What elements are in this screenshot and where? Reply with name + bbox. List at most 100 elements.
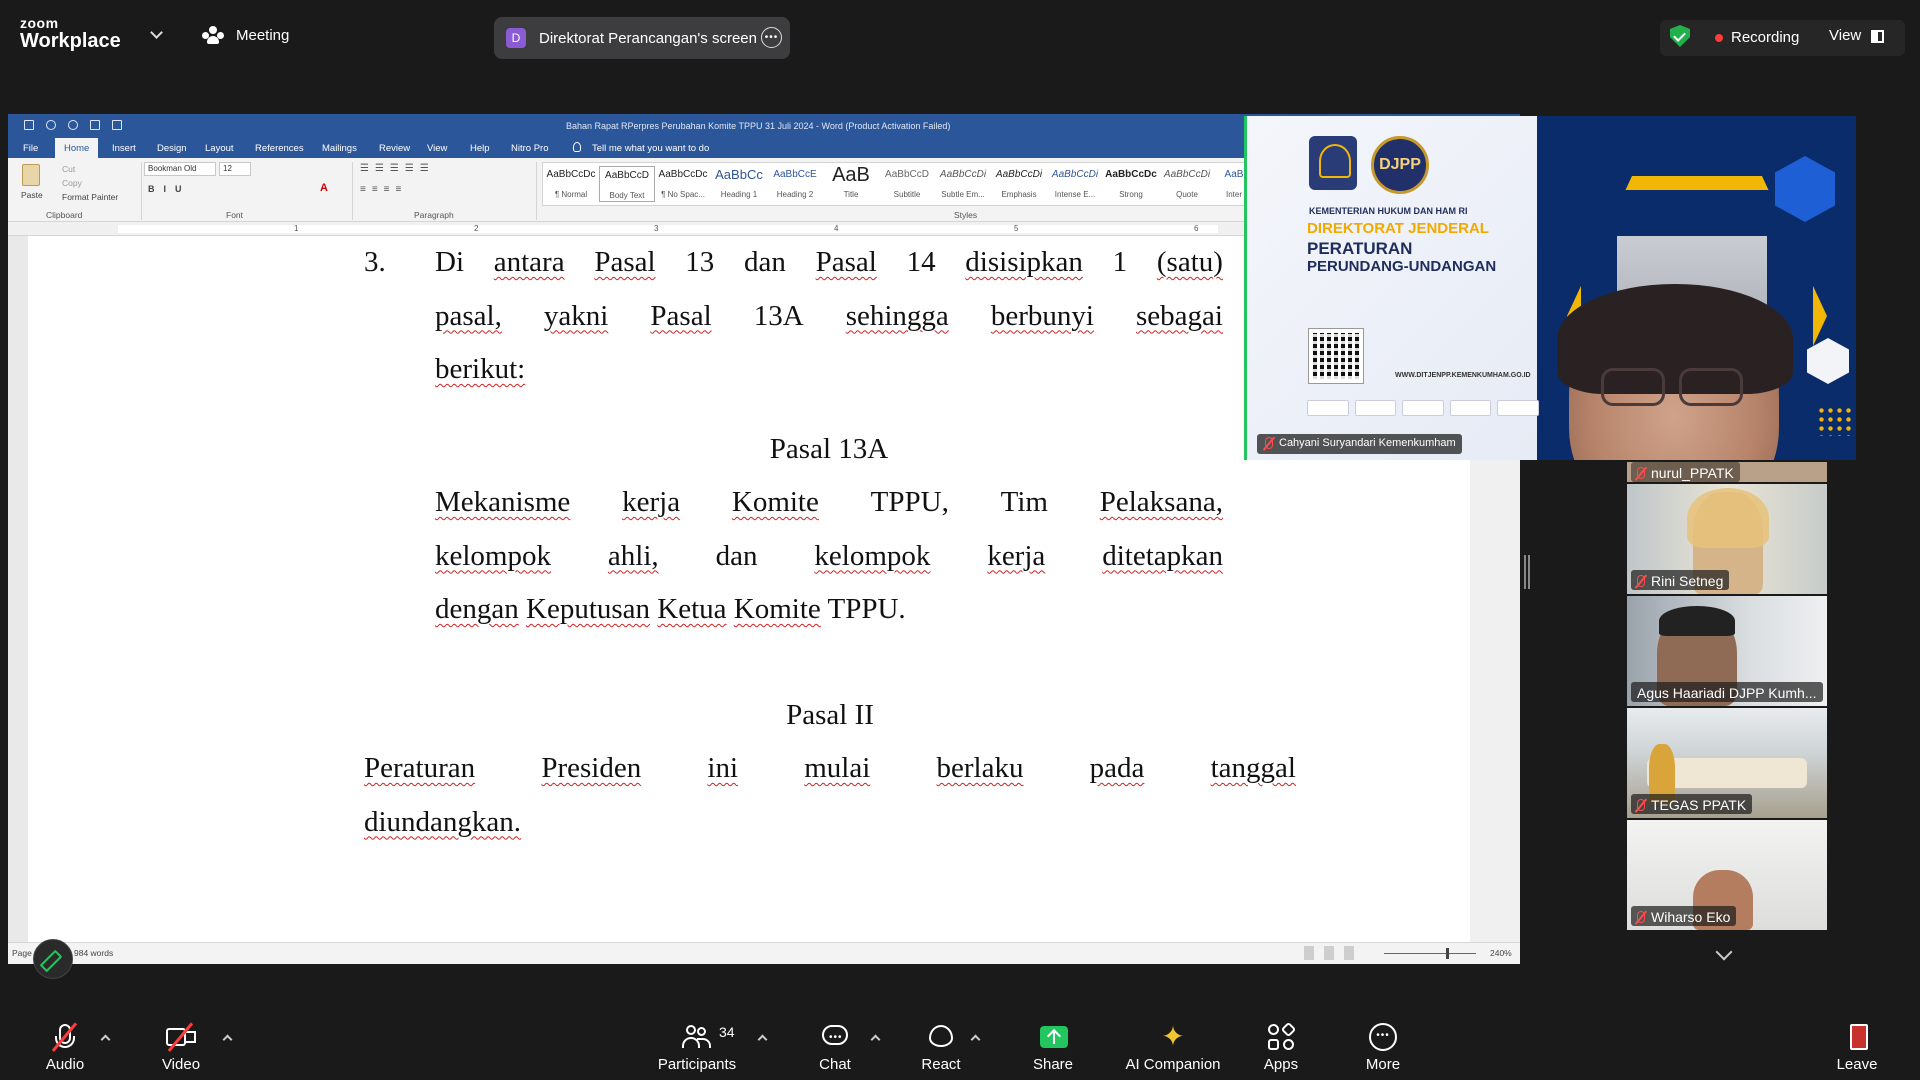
style-heading-1[interactable]: AaBbCc Heading 1 bbox=[711, 166, 767, 199]
ai-companion-button[interactable]: ✦ AI Companion bbox=[1125, 1008, 1220, 1080]
style-title[interactable]: AaB Title bbox=[823, 166, 879, 199]
redo-icon[interactable] bbox=[68, 120, 78, 130]
paste-icon[interactable] bbox=[22, 164, 40, 186]
font-color-icon[interactable]: A bbox=[320, 182, 328, 194]
video-options-caret[interactable] bbox=[222, 1034, 233, 1045]
mic-muted-icon bbox=[50, 1022, 80, 1052]
style-quote[interactable]: AaBbCcDi Quote bbox=[1159, 166, 1215, 199]
style-strong[interactable]: AaBbCcDc Strong bbox=[1103, 166, 1159, 199]
word-count[interactable]: 984 words bbox=[74, 948, 113, 958]
style-emphasis[interactable]: AaBbCcDi Emphasis bbox=[991, 166, 1047, 199]
participant-tile[interactable]: nurul_PPATK bbox=[1627, 462, 1827, 482]
apps-button[interactable]: Apps bbox=[1246, 1008, 1316, 1080]
ribbon-separator bbox=[141, 162, 142, 220]
view-button[interactable]: View bbox=[1829, 27, 1861, 44]
more-button[interactable]: ••• More bbox=[1348, 1008, 1418, 1080]
paragraph-buttons[interactable]: ☰☰☰☰☰ bbox=[360, 163, 435, 174]
word: Ketua bbox=[657, 593, 727, 625]
tab-review[interactable]: Review bbox=[379, 143, 410, 154]
style-body-text[interactable]: AaBbCcD Body Text bbox=[599, 166, 655, 202]
font-size-field[interactable]: 12 bbox=[219, 162, 251, 176]
react-button[interactable]: React bbox=[906, 1008, 976, 1080]
tab-help[interactable]: Help bbox=[470, 143, 490, 154]
word: kelompok bbox=[435, 539, 551, 572]
cut-button[interactable]: Cut bbox=[62, 164, 75, 174]
word: berbunyi bbox=[990, 299, 1094, 332]
tab-design[interactable]: Design bbox=[157, 143, 187, 154]
tab-mailings[interactable]: Mailings bbox=[322, 143, 357, 154]
zoom-slider[interactable] bbox=[1384, 953, 1476, 954]
leave-button[interactable]: Leave bbox=[1822, 1008, 1892, 1080]
word: berikut: bbox=[435, 353, 526, 385]
view-mode-buttons[interactable] bbox=[1304, 946, 1364, 960]
chat-label: Chat bbox=[819, 1056, 851, 1073]
word: 1 bbox=[1112, 246, 1128, 278]
participant-tile[interactable]: TEGAS PPATK bbox=[1627, 708, 1827, 818]
tab-layout[interactable]: Layout bbox=[205, 143, 234, 154]
view-layout-icon[interactable] bbox=[1871, 30, 1884, 43]
participant-tile[interactable]: Wiharso Eko bbox=[1627, 820, 1827, 930]
audio-button[interactable]: Audio bbox=[30, 1008, 100, 1080]
bg-ministry-text: KEMENTERIAN HUKUM DAN HAM RI bbox=[1309, 206, 1468, 216]
shared-screen-indicator[interactable]: D Direktorat Perancangan's screen ••• bbox=[494, 17, 790, 59]
zoom-slider-thumb[interactable] bbox=[1446, 948, 1449, 959]
align-buttons[interactable]: ≡≡≡≡ bbox=[360, 184, 407, 195]
style-normal[interactable]: AaBbCcDc ¶ Normal bbox=[543, 166, 599, 199]
tab-file[interactable]: File bbox=[23, 143, 38, 154]
tab-view[interactable]: View bbox=[427, 143, 447, 154]
style-subtitle[interactable]: AaBbCcD Subtitle bbox=[879, 166, 935, 199]
participant-tile[interactable]: Agus Haariadi DJPP Kumh... bbox=[1627, 596, 1827, 706]
font-name-field[interactable]: Bookman Old bbox=[144, 162, 216, 176]
ruler-number: 6 bbox=[1194, 224, 1199, 233]
tab-insert[interactable]: Insert bbox=[112, 143, 136, 154]
chat-button[interactable]: ••• Chat bbox=[800, 1008, 870, 1080]
chevron-down-icon[interactable] bbox=[150, 26, 163, 39]
chat-options-caret[interactable] bbox=[870, 1034, 881, 1045]
word: (satu) bbox=[1156, 246, 1223, 278]
style-heading-2[interactable]: AaBbCcE Heading 2 bbox=[767, 166, 823, 199]
style-no-spacing[interactable]: AaBbCcDc ¶ No Spac... bbox=[655, 166, 711, 199]
word: Komite bbox=[733, 593, 821, 625]
audio-options-caret[interactable] bbox=[100, 1034, 111, 1045]
zoom-level[interactable]: 240% bbox=[1490, 948, 1512, 958]
copy-button[interactable]: Copy bbox=[62, 178, 82, 188]
tell-me-input[interactable]: Tell me what you want to do bbox=[592, 143, 709, 154]
tab-home[interactable]: Home bbox=[55, 138, 99, 158]
open-folder-icon[interactable] bbox=[112, 120, 122, 130]
word: tanggal bbox=[1210, 752, 1296, 784]
panel-resize-handle[interactable] bbox=[1524, 555, 1530, 589]
participants-options-caret[interactable] bbox=[757, 1034, 768, 1045]
participant-tile[interactable]: Rini Setneg bbox=[1627, 484, 1827, 594]
meeting-menu[interactable]: Meeting bbox=[202, 26, 289, 44]
participants-button[interactable]: Participants bbox=[658, 1008, 736, 1080]
meeting-icon bbox=[202, 26, 224, 44]
leave-label: Leave bbox=[1836, 1056, 1878, 1073]
save-icon[interactable] bbox=[24, 120, 34, 130]
style-intense-emphasis[interactable]: AaBbCcDi Intense E... bbox=[1047, 166, 1103, 199]
participant-label: TEGAS PPATK bbox=[1631, 794, 1753, 814]
recording-label[interactable]: Recording bbox=[1731, 29, 1799, 46]
more-options-icon[interactable]: ••• bbox=[761, 27, 782, 48]
annotate-pencil-icon[interactable] bbox=[33, 939, 73, 979]
style-subtle-emphasis[interactable]: AaBbCcDi Subtle Em... bbox=[935, 166, 991, 199]
participants-label: Participants bbox=[657, 1056, 737, 1073]
undo-icon[interactable] bbox=[46, 120, 56, 130]
share-screen-icon bbox=[1038, 1022, 1068, 1052]
font-format-buttons[interactable]: BIU bbox=[148, 184, 191, 194]
share-button[interactable]: Share bbox=[1018, 1008, 1088, 1080]
share-label: Share bbox=[1032, 1056, 1074, 1073]
virtual-bg-hexagon-blue bbox=[1775, 156, 1835, 222]
text-line: berikut: bbox=[435, 343, 1223, 397]
tab-references[interactable]: References bbox=[255, 143, 304, 154]
ai-companion-label: AI Companion bbox=[1125, 1056, 1221, 1073]
format-painter-button[interactable]: Format Painter bbox=[62, 192, 118, 202]
new-doc-icon[interactable] bbox=[90, 120, 100, 130]
tab-nitro[interactable]: Nitro Pro bbox=[511, 143, 548, 154]
page-indicator[interactable]: Page bbox=[12, 948, 32, 958]
active-speaker-video[interactable]: DJPP KEMENTERIAN HUKUM DAN HAM RI DIREKT… bbox=[1244, 116, 1856, 460]
paste-button[interactable]: Paste bbox=[21, 190, 43, 200]
video-button[interactable]: Video bbox=[146, 1008, 216, 1080]
zoom-workplace-logo[interactable]: zoom Workplace bbox=[20, 16, 121, 51]
gallery-scroll-down-icon[interactable] bbox=[1715, 943, 1733, 961]
bg-peraturan-text: PERATURAN bbox=[1307, 239, 1413, 258]
